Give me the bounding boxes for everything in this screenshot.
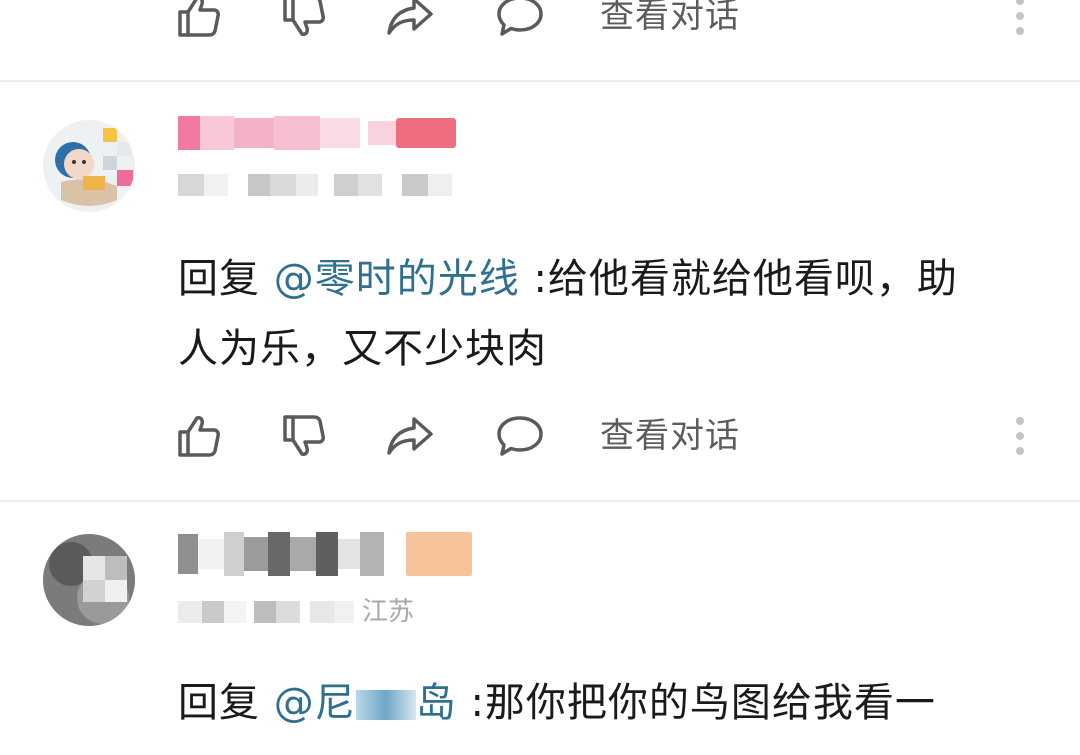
thumbs-up-icon	[178, 416, 220, 457]
photo-avatar-icon	[43, 534, 135, 626]
user-level-badge	[396, 118, 456, 148]
comment-body: :那你把你的鸟图给我看一	[470, 680, 936, 726]
thumbs-down-icon	[283, 0, 325, 36]
share-arrow-icon	[387, 417, 433, 455]
region-label: 江苏	[362, 597, 415, 627]
thumbs-down-icon	[283, 415, 325, 456]
comment-text: 回复 @尼岛 :那你把你的鸟图给我看一	[178, 668, 1028, 738]
comment-thread: 查看对话 回复 @零时的光线:给他看就给他看呗，助 人为乐，又不少块肉 查看对…	[0, 0, 1080, 755]
share-button[interactable]	[386, 406, 434, 466]
comment-action-bar: 查看对话	[0, 406, 1080, 466]
dislike-button[interactable]	[281, 406, 327, 466]
comment-bubble-icon	[497, 0, 543, 36]
dislike-button[interactable]	[281, 0, 327, 46]
comment-body: :给他看就给他看呗，助	[533, 256, 958, 302]
share-button[interactable]	[386, 0, 434, 46]
comment-body: 人为乐，又不少块肉	[178, 326, 547, 372]
view-conversation-link[interactable]: 查看对话	[600, 406, 740, 466]
avatar[interactable]	[43, 120, 135, 212]
comment-line: 回复 @尼岛 :那你把你的鸟图给我看一	[178, 668, 1028, 738]
user-level-badge	[406, 532, 472, 576]
more-options-button[interactable]	[1005, 0, 1035, 46]
comment-line: 回复 @零时的光线 :给他看就给他看呗，助	[178, 244, 1028, 314]
comment-divider	[0, 80, 1080, 82]
like-button[interactable]	[176, 0, 222, 46]
comment-meta-obscured	[178, 172, 452, 198]
mention-obscured	[355, 690, 416, 720]
cartoon-avatar-icon	[43, 120, 135, 212]
comment-action-bar: 查看对话	[0, 0, 1080, 46]
comment-divider	[0, 500, 1080, 502]
more-options-button[interactable]	[1005, 406, 1035, 466]
avatar[interactable]	[43, 534, 135, 626]
mention-link[interactable]: @零时的光线	[274, 256, 520, 302]
more-vertical-icon	[1016, 417, 1024, 425]
reply-label: 回复	[178, 680, 260, 726]
mention-link[interactable]: @尼岛	[274, 680, 457, 726]
view-conversation-link[interactable]: 查看对话	[600, 0, 740, 46]
more-vertical-icon	[1016, 0, 1024, 5]
comment-text: 回复 @零时的光线 :给他看就给他看呗，助 人为乐，又不少块肉	[178, 244, 1028, 384]
username-obscured[interactable]	[178, 114, 456, 152]
comment-line: 人为乐，又不少块肉	[178, 314, 1028, 384]
share-arrow-icon	[387, 0, 433, 35]
reply-comment-button[interactable]	[495, 0, 545, 46]
thumbs-up-icon	[178, 0, 220, 37]
reply-label: 回复	[178, 256, 260, 302]
like-button[interactable]	[176, 406, 222, 466]
comment-bubble-icon	[497, 416, 543, 456]
username-obscured[interactable]	[178, 530, 472, 578]
comment-meta: 江苏	[178, 598, 414, 626]
reply-comment-button[interactable]	[495, 406, 545, 466]
